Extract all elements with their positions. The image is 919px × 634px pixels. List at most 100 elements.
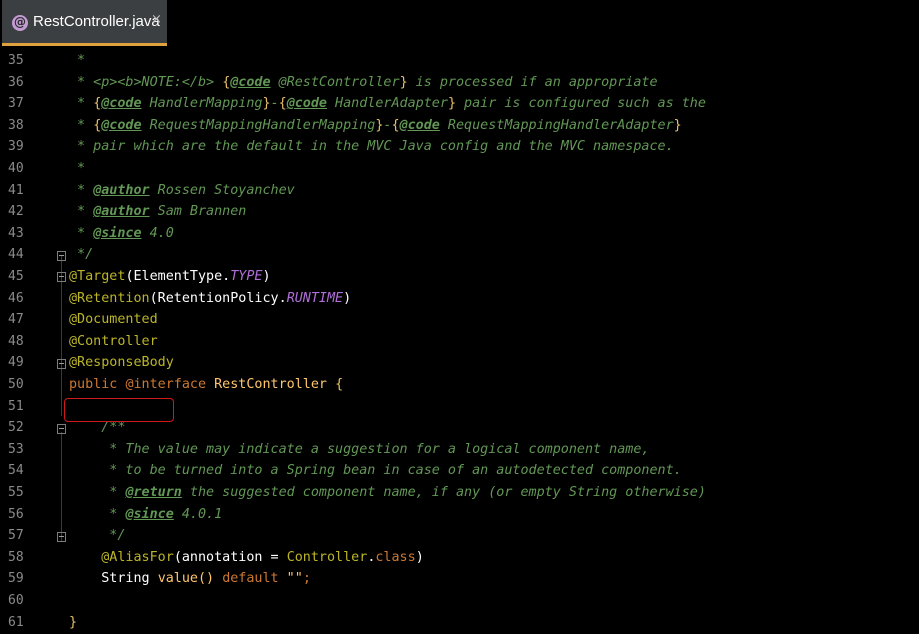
javadoc-tag: @code <box>230 74 271 90</box>
line-number: 40 <box>8 161 24 176</box>
code-text: (ElementType. <box>125 269 231 284</box>
comment: pair is configured such as the <box>456 96 706 112</box>
comment: /** <box>69 420 126 436</box>
type-name: RestController <box>206 377 336 392</box>
code-line: */ <box>69 525 125 547</box>
line-number: 53 <box>8 441 24 457</box>
line-number: 52 <box>8 420 24 436</box>
code-line: * <box>69 158 93 180</box>
line-number: 58 <box>8 549 24 565</box>
code-line: @Target(ElementType.TYPE) <box>69 266 271 288</box>
indent-guide <box>61 432 62 542</box>
line-number: 59 <box>8 571 24 587</box>
javadoc-tag: @code <box>399 117 440 133</box>
fold-marker-icon[interactable] <box>57 359 66 369</box>
comment: */ <box>69 528 126 544</box>
line-number: 57 <box>8 528 24 544</box>
javadoc-tag: @code <box>101 117 142 133</box>
code-line: * @author Rossen Stoyanchev <box>69 180 295 202</box>
fold-marker-icon[interactable] <box>57 424 66 434</box>
line-number: 51 <box>8 398 24 414</box>
code-editor[interactable]: 35 36 37 38 39 40 41 42 43 44 45 46 47 4… <box>0 46 919 634</box>
brace: { <box>278 96 287 112</box>
brace: { <box>335 377 344 392</box>
code-line: @AliasFor(annotation = Controller.class) <box>69 547 424 569</box>
javadoc-tag: @since <box>93 225 142 241</box>
comment: RequestMappingHandlerMapping <box>141 117 376 133</box>
editor-tab-bar: RestController.java × <box>0 0 919 46</box>
code-line: * <box>69 50 93 72</box>
javadoc-tag: @author <box>93 182 150 198</box>
keyword: public <box>69 377 126 392</box>
javadoc-tag: @author <box>93 204 150 220</box>
javadoc-tag: @code <box>101 96 142 112</box>
code-text: ) <box>415 549 424 565</box>
line-number: 46 <box>8 290 24 306</box>
code-text: (RetentionPolicy. <box>149 290 287 306</box>
code-line: * @since 4.0 <box>69 223 174 245</box>
code-text: ) <box>262 269 271 284</box>
comment: * <box>69 485 126 500</box>
brace: } <box>262 96 271 112</box>
line-number: 44 <box>8 247 24 263</box>
comment: */ <box>69 247 94 263</box>
line-number: 55 <box>8 485 24 500</box>
line-number: 42 <box>8 204 24 220</box>
comment: * to be turned into a Spring bean in cas… <box>69 463 682 479</box>
fold-marker-icon[interactable] <box>57 251 66 261</box>
code-line: * @author Sam Brannen <box>69 201 246 223</box>
annotation: @Documented <box>69 312 158 328</box>
comment: the suggested component name, if any (or… <box>181 485 706 500</box>
line-number: 61 <box>8 614 24 630</box>
fold-marker-icon[interactable] <box>57 532 66 542</box>
code-line: @Retention(RetentionPolicy.RUNTIME) <box>69 288 351 310</box>
keyword: default <box>222 571 279 587</box>
tab-restcontroller-java[interactable]: RestController.java × <box>2 0 167 46</box>
annotation: @AliasFor <box>69 549 174 565</box>
close-tab-icon[interactable]: × <box>151 12 162 27</box>
line-number: 48 <box>8 333 24 349</box>
comment: * <box>69 161 94 176</box>
code-line: * to be turned into a Spring bean in cas… <box>69 460 682 482</box>
line-number: 37 <box>8 96 24 112</box>
line-number: 60 <box>8 593 24 608</box>
annotation: @Retention <box>69 290 150 306</box>
enum-constant: RUNTIME <box>286 290 344 306</box>
javadoc-tag: @code <box>286 96 327 112</box>
comment: @RestController <box>270 74 400 90</box>
code-line: * pair which are the default in the MVC … <box>69 136 674 158</box>
code-line: @Controller <box>69 331 158 353</box>
comment: Rossen Stoyanchev <box>149 182 295 198</box>
keyword: class <box>375 549 416 565</box>
line-number: 35 <box>8 53 24 68</box>
line-number: 45 <box>8 269 24 284</box>
comment: 4.0.1 <box>173 506 223 522</box>
comment: * The value may indicate a suggestion fo… <box>69 441 650 457</box>
line-number: 43 <box>8 225 24 241</box>
code-text: ; <box>302 571 311 587</box>
code-line: * The value may indicate a suggestion fo… <box>69 439 649 461</box>
brace: } <box>673 117 682 133</box>
javadoc-tag: @return <box>125 485 182 500</box>
annotation: @Controller <box>69 333 158 349</box>
code-line: @ResponseBody <box>69 352 174 374</box>
comment: Sam Brannen <box>149 204 247 220</box>
annotation-file-icon <box>12 14 28 31</box>
code-line: */ <box>69 244 93 266</box>
enum-constant: TYPE <box>230 269 263 284</box>
code-line: * @since 4.0.1 <box>69 504 222 526</box>
comment: * <box>69 225 94 241</box>
method-name: value <box>157 571 198 587</box>
comment: * <box>69 506 126 522</box>
fold-marker-icon[interactable] <box>57 272 66 282</box>
code-text: String <box>69 571 158 587</box>
javadoc-tag: @since <box>125 506 174 522</box>
code-line: @Documented <box>69 309 158 331</box>
line-number: 56 <box>8 506 24 522</box>
code-line: * <p><b>NOTE:</b> {@code @RestController… <box>69 72 658 94</box>
comment: - <box>270 96 279 112</box>
line-number: 38 <box>8 117 24 133</box>
comment: HandlerMapping <box>141 96 263 112</box>
code-line: * {@code RequestMappingHandlerMapping}-{… <box>69 115 682 137</box>
code-line: public @interface RestController { <box>69 374 343 396</box>
